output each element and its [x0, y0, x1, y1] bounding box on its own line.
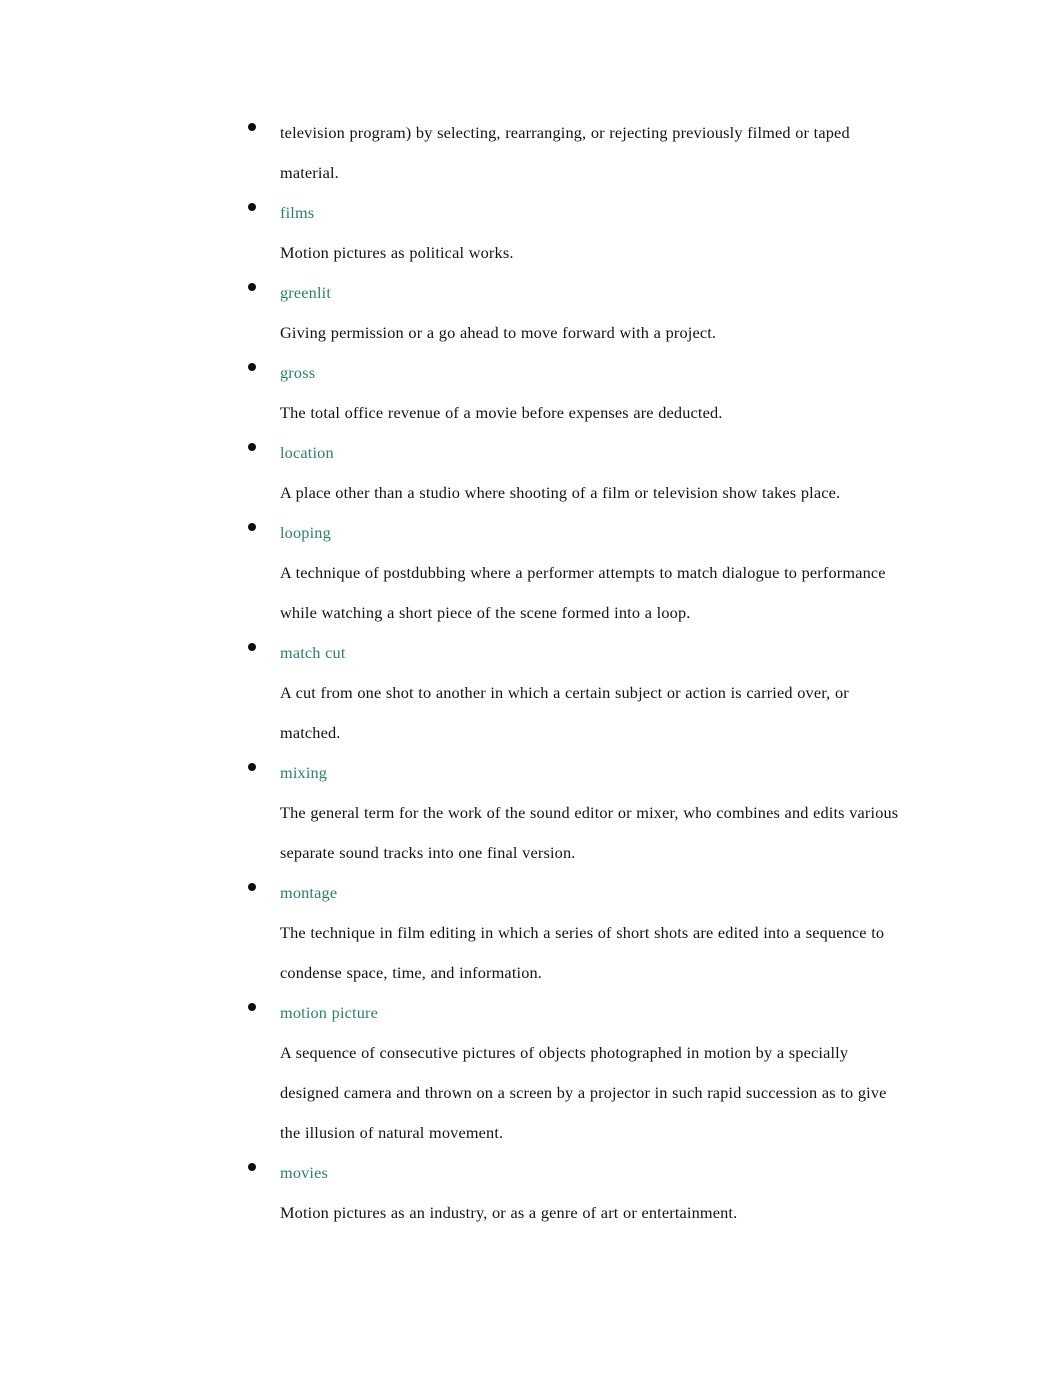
bullet-icon [248, 643, 256, 651]
glossary-term[interactable]: location [40, 433, 1062, 473]
glossary-definition: A cut from one shot to another in which … [280, 683, 849, 742]
bullet-icon [248, 283, 256, 291]
glossary-term[interactable]: looping [40, 513, 1062, 553]
glossary-entry: films Motion pictures as political works. [40, 193, 1062, 273]
glossary-entry: looping A technique of postdubbing where … [40, 513, 1062, 633]
glossary-term[interactable]: movies [40, 1153, 1062, 1193]
glossary-definition: A technique of postdubbing where a perfo… [280, 563, 886, 622]
glossary-definition: The technique in film editing in which a… [280, 923, 885, 982]
glossary-entry: match cut A cut from one shot to another … [40, 633, 1062, 753]
entry-continuation-text: television program) by selecting, rearra… [280, 123, 850, 182]
glossary-term[interactable]: mixing [40, 753, 1062, 793]
bullet-icon [248, 443, 256, 451]
glossary-term[interactable]: motion picture [40, 993, 1062, 1033]
glossary-definition: Giving permission or a go ahead to move … [280, 323, 717, 342]
bullet-icon [248, 363, 256, 371]
glossary-entry: television program) by selecting, rearra… [40, 113, 1062, 193]
glossary-definition: Motion pictures as political works. [280, 243, 514, 262]
document-page: television program) by selecting, rearra… [0, 0, 1062, 1376]
glossary-entry: mixing The general term for the work of t… [40, 753, 1062, 873]
glossary-term[interactable]: gross [40, 353, 1062, 393]
glossary-entry: motion picture A sequence of consecutive … [40, 993, 1062, 1153]
glossary-entry: greenlit Giving permission or a go ahead … [40, 273, 1062, 353]
bullet-icon [248, 203, 256, 211]
glossary-term[interactable]: match cut [40, 633, 1062, 673]
glossary-entry: location A place other than a studio wher… [40, 433, 1062, 513]
bullet-icon [248, 523, 256, 531]
bullet-icon [248, 883, 256, 891]
bullet-icon [248, 763, 256, 771]
glossary-entry: montage The technique in film editing in … [40, 873, 1062, 993]
glossary-term[interactable]: montage [40, 873, 1062, 913]
glossary-definition: The general term for the work of the sou… [280, 803, 899, 862]
glossary-entry: gross The total office revenue of a movie… [40, 353, 1062, 433]
glossary-definition: A sequence of consecutive pictures of ob… [280, 1043, 887, 1142]
bullet-icon [248, 1163, 256, 1171]
bullet-icon [248, 1003, 256, 1011]
glossary-list: television program) by selecting, rearra… [0, 0, 1062, 1233]
glossary-definition: Motion pictures as an industry, or as a … [280, 1203, 738, 1222]
glossary-term[interactable]: films [40, 193, 1062, 233]
glossary-definition: The total office revenue of a movie befo… [280, 403, 723, 422]
glossary-definition: A place other than a studio where shooti… [280, 483, 841, 502]
bullet-icon [248, 123, 256, 131]
glossary-entry: movies Motion pictures as an industry, or… [40, 1153, 1062, 1233]
glossary-term[interactable]: greenlit [40, 273, 1062, 313]
